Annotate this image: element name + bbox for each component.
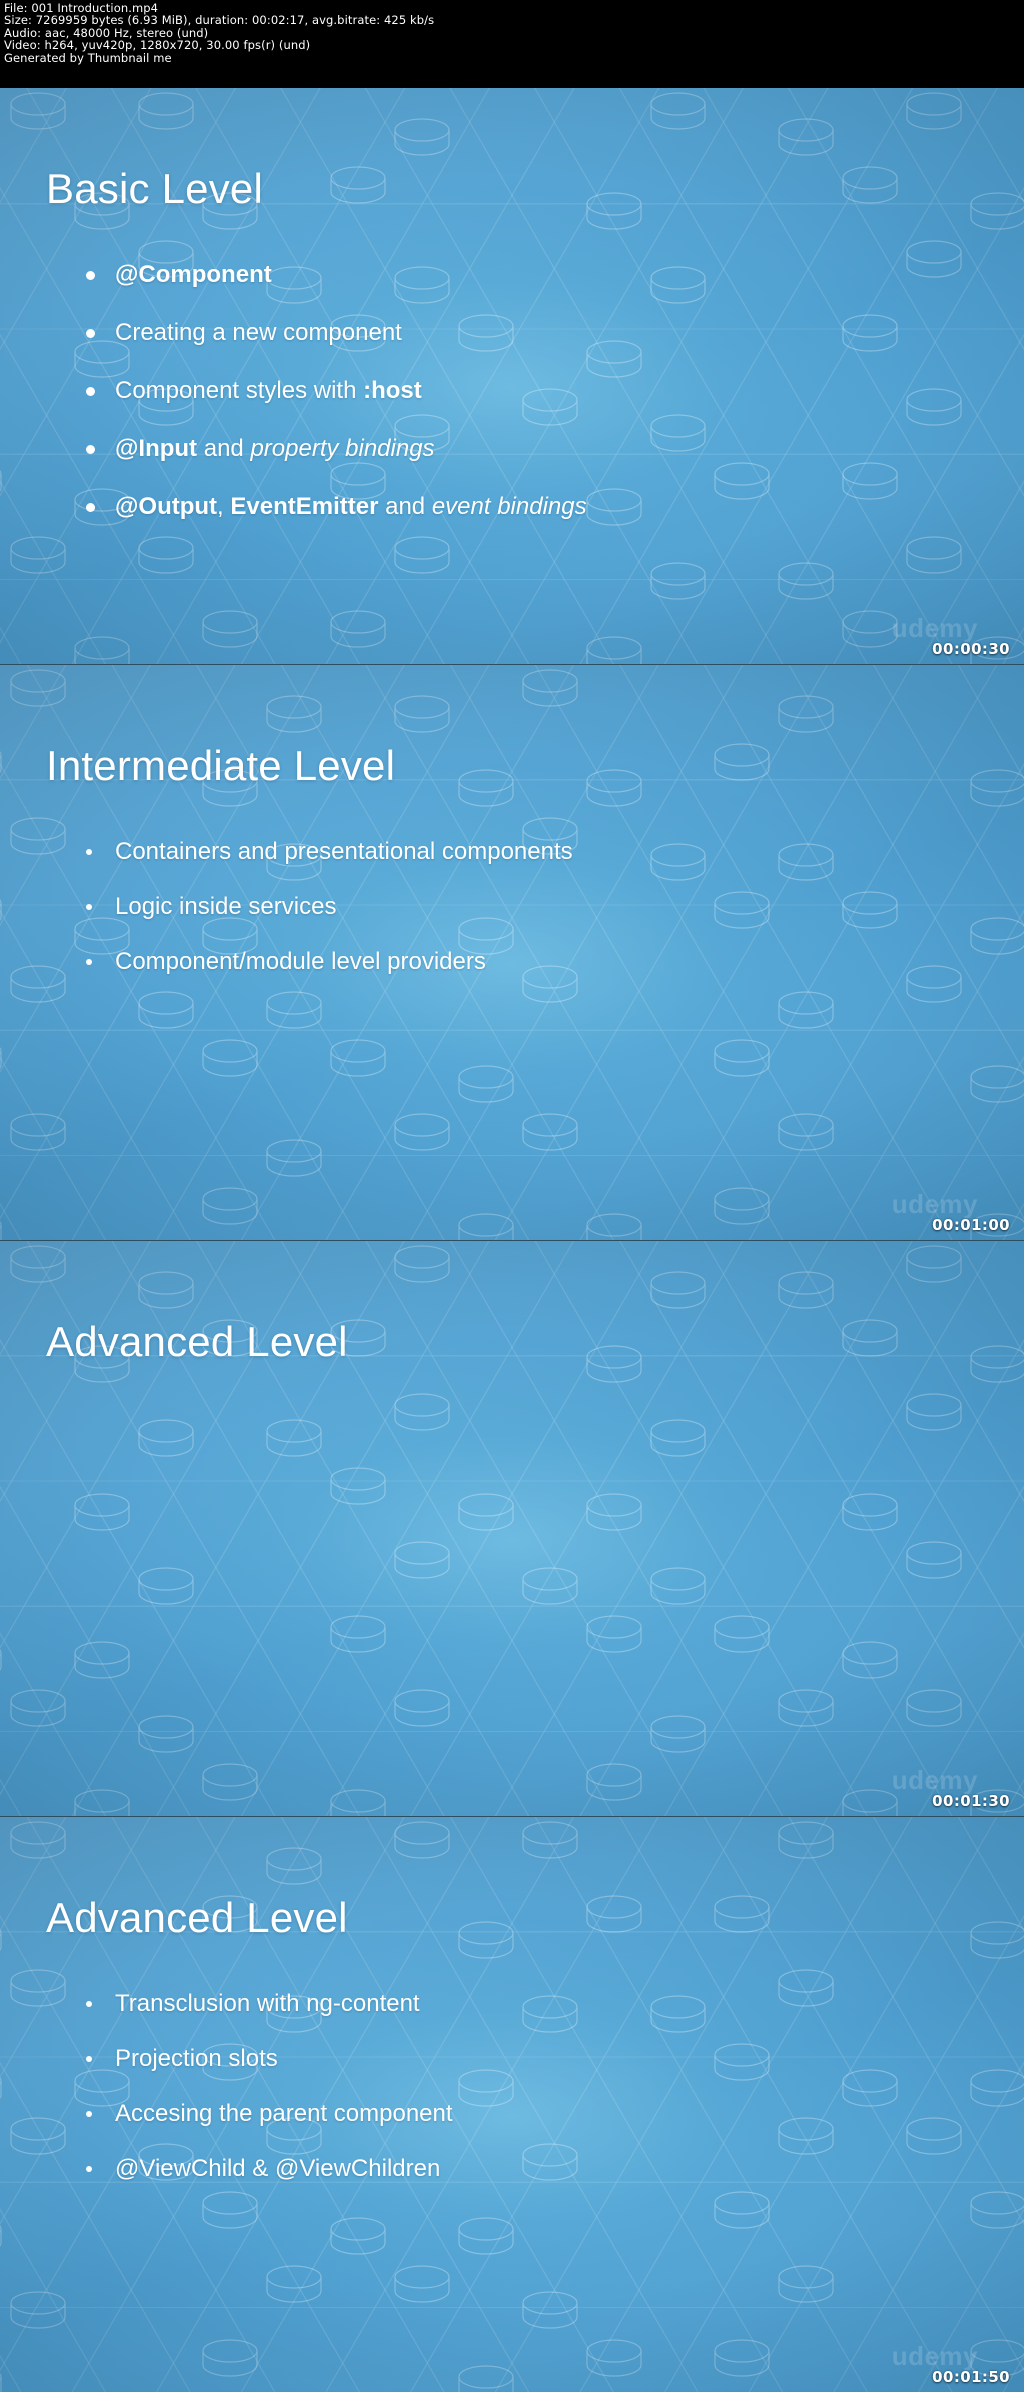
bullet-item: Component/module level providers	[68, 947, 964, 977]
bullet-text: @ViewChild & @ViewChildren	[115, 2155, 440, 2182]
thumbnail-slide[interactable]: Advanced Level Transclusion with ng-conte…	[0, 1816, 1024, 2392]
bullet-text-run: Component styles with	[115, 376, 364, 404]
bullet-dot-icon	[86, 2055, 92, 2062]
bullet-dot-icon	[86, 328, 95, 338]
bullet-item: Containers and presentational components	[68, 837, 964, 867]
slide-content: Advanced Level	[0, 1241, 1024, 1816]
thumbnail-slide[interactable]: Intermediate Level Containers and present…	[0, 664, 1024, 1240]
bullet-text: Transclusion with ng-content	[115, 1990, 420, 2017]
bullet-item: Projection slots	[68, 2044, 964, 2074]
bullet-text-run: event bindings	[431, 492, 587, 520]
bullet-item: @Component	[68, 260, 964, 290]
bullet-dot-icon	[86, 270, 95, 280]
bullet-dot-icon	[86, 386, 95, 396]
thumbnail-slide[interactable]: Basic Level @Component Creating a new comp…	[0, 88, 1024, 664]
bullet-text: @Component	[115, 261, 272, 288]
info-line-video: Video: h264, yuv420p, 1280x720, 30.00 fp…	[4, 38, 311, 53]
bullet-item: @Input and property bindings	[68, 434, 964, 464]
bullet-dot-icon	[86, 2165, 92, 2172]
bullet-dot-icon	[86, 444, 95, 454]
bullet-item: Logic inside services	[68, 892, 964, 922]
thumbnail-grid: Basic Level @Component Creating a new comp…	[0, 88, 1024, 2392]
slide-content: Basic Level @Component Creating a new comp…	[0, 88, 1024, 664]
bullet-text-run: :host	[363, 376, 422, 404]
bullet-text-run: Accesing the parent component	[115, 2099, 453, 2127]
media-info-header: File: 001 Introduction.mp4 Size: 7269959…	[0, 0, 1024, 88]
bullet-text: Component styles with :host	[115, 377, 422, 404]
bullet-item: @Output, EventEmitter and event bindings	[68, 492, 964, 522]
bullet-text-run: @ViewChild & @ViewChildren	[115, 2154, 441, 2182]
slide-content: Intermediate Level Containers and present…	[0, 665, 1024, 1240]
slide-title: Basic Level	[46, 165, 263, 212]
bullet-dot-icon	[86, 903, 92, 910]
bullet-item: @ViewChild & @ViewChildren	[68, 2154, 964, 2184]
slide-title: Intermediate Level	[46, 742, 396, 789]
bullet-list: Transclusion with ng-content Projection s…	[68, 1989, 964, 2184]
bullet-text: Component/module level providers	[115, 948, 486, 975]
bullet-text-run: ,	[217, 492, 231, 520]
bullet-dot-icon	[86, 958, 92, 965]
slide-title: Advanced Level	[46, 1894, 348, 1941]
timestamp-label: 00:00:30	[932, 640, 1010, 658]
bullet-text-run: property bindings	[250, 434, 435, 462]
bullet-list: @Component Creating a new component Compon…	[68, 260, 964, 522]
bullet-dot-icon	[86, 2000, 92, 2007]
bullet-text-run: Creating a new component	[115, 318, 402, 346]
bullet-dot-icon	[86, 848, 92, 855]
timestamp-label: 00:01:00	[932, 1216, 1010, 1234]
bullet-text-run: Projection slots	[115, 2044, 278, 2072]
bullet-text: Accesing the parent component	[115, 2100, 453, 2127]
bullet-text-run: Component/module level providers	[115, 947, 486, 975]
bullet-text-run: @Input	[115, 434, 198, 462]
slide-title: Advanced Level	[46, 1318, 348, 1365]
timestamp-label: 00:01:50	[932, 2368, 1010, 2386]
bullet-item: Component styles with :host	[68, 376, 964, 406]
thumbnail-slide[interactable]: Advanced Level udemy 00:01:30	[0, 1240, 1024, 1816]
bullet-text-run: @Component	[115, 260, 272, 288]
bullet-text: @Output, EventEmitter and event bindings	[115, 493, 587, 520]
bullet-text: Logic inside services	[115, 893, 336, 920]
bullet-dot-icon	[86, 2110, 92, 2117]
bullet-item: Creating a new component	[68, 318, 964, 348]
bullet-dot-icon	[86, 502, 95, 512]
bullet-text: @Input and property bindings	[115, 435, 435, 462]
bullet-text-run: Transclusion with ng-content	[115, 1989, 420, 2017]
slide-content: Advanced Level Transclusion with ng-conte…	[0, 1817, 1024, 2392]
timestamp-label: 00:01:30	[932, 1792, 1010, 1810]
bullet-item: Accesing the parent component	[68, 2099, 964, 2129]
bullet-text-run: and	[378, 492, 432, 520]
bullet-item: Transclusion with ng-content	[68, 1989, 964, 2019]
bullet-text-run: EventEmitter	[230, 492, 379, 520]
bullet-text-run: and	[197, 434, 251, 462]
info-line-size: Size: 7269959 bytes (6.93 MiB), duration…	[4, 13, 435, 28]
bullet-text: Creating a new component	[115, 319, 402, 346]
bullet-text-run: Containers and presentational components	[115, 837, 573, 865]
bullet-text-run: Logic inside services	[115, 892, 337, 920]
bullet-text: Containers and presentational components	[115, 838, 573, 865]
info-line-generator: Generated by Thumbnail me	[4, 50, 172, 65]
bullet-text-run: @Output	[115, 492, 218, 520]
bullet-list: Containers and presentational components…	[68, 837, 964, 977]
bullet-text: Projection slots	[115, 2045, 278, 2072]
